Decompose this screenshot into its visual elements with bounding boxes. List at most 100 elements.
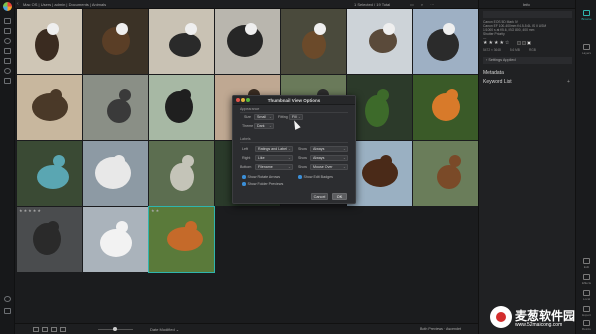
show-right-select[interactable]: Always ⌄ [310, 155, 348, 161]
show-rotate-arrows-label: Show Rotate Arrows [247, 175, 281, 179]
thumbnail[interactable] [83, 9, 148, 74]
thumbnail[interactable] [17, 9, 82, 74]
add-keyword-icon[interactable]: + [567, 79, 570, 85]
size-select[interactable]: Small ⌄ [254, 114, 274, 120]
sort-select[interactable]: Date Modified ⌄ [150, 327, 179, 332]
file-size: 5.6 MB [509, 48, 520, 52]
star-rating[interactable]: ★★★★☆ [483, 40, 510, 46]
thumbnail[interactable] [83, 141, 148, 206]
divider [240, 142, 348, 143]
right-select[interactable]: Like ⌄ [255, 155, 293, 161]
thumbnail[interactable] [281, 9, 346, 74]
module-strip: Browse Layers Edit Effects Local Export … [575, 0, 596, 334]
thumbnail-image [281, 9, 346, 74]
module-browse[interactable]: Browse [578, 10, 595, 21]
back-icon[interactable]: ‹ [17, 1, 19, 7]
module-effects[interactable]: Effects [578, 274, 595, 285]
effects-module-icon [583, 274, 590, 280]
watermark-logo-icon [490, 306, 512, 328]
chevron-down-icon: ⌄ [342, 147, 346, 151]
thumbnail[interactable] [17, 141, 82, 206]
selection-status: 1 Selected / 19 Total [354, 2, 391, 7]
metadata-section[interactable]: Metadata [483, 70, 504, 76]
thumbnail-image [17, 141, 82, 206]
folders-icon[interactable] [4, 28, 11, 34]
thumbnail[interactable] [149, 9, 214, 74]
right-select-value: Like [258, 156, 265, 160]
file-meta-row: 5472 × 3648 5.6 MB RGB [483, 48, 572, 52]
app-logo-icon[interactable] [3, 2, 12, 11]
albums-icon[interactable] [4, 38, 11, 44]
top-bar: ‹ Mac OS | Users | admin | Documents | A… [15, 0, 478, 9]
list-view-icon[interactable] [42, 327, 48, 332]
color-labels[interactable] [517, 41, 532, 47]
filmstrip-view-icon[interactable] [60, 327, 66, 332]
keyword-list-section[interactable]: Keyword List [483, 79, 512, 85]
left-label: Left [242, 147, 248, 151]
slider-handle[interactable] [113, 327, 117, 331]
module-label: Edit [583, 265, 590, 269]
detail-view-icon[interactable] [51, 327, 57, 332]
thumbnail-image [347, 9, 412, 74]
left-select[interactable]: Ratings and Label ⌄ [255, 146, 293, 152]
checkbox-checked-icon [242, 182, 246, 186]
checkbox-checked-icon [242, 175, 246, 179]
thumbnail[interactable]: ★★ [148, 206, 215, 273]
breadcrumb[interactable]: Mac OS | Users | admin | Documents | Ani… [23, 2, 106, 7]
thumbnail[interactable]: ★★★★★ [17, 207, 82, 272]
thumbnail[interactable] [149, 141, 214, 206]
help-icon[interactable] [4, 296, 11, 302]
thumbnail[interactable] [347, 141, 412, 206]
appearance-heading: Appearance [240, 107, 260, 111]
inspector-panel: Info Canon EOS 5D Mark IV Canon EF 100-4… [478, 0, 575, 334]
thumbnail-image [149, 141, 214, 206]
show-edit-badges-label: Show Edit Badges [303, 175, 333, 179]
show-edit-badges-checkbox[interactable]: Show Edit Badges [298, 175, 333, 179]
watermark-url: www.52maicong.com [515, 322, 563, 328]
show-rotate-arrows-checkbox[interactable]: Show Rotate Arrows [242, 175, 280, 179]
module-edit[interactable]: Edit [578, 258, 595, 269]
thumbnail[interactable] [413, 9, 478, 74]
divider [240, 112, 348, 113]
thumbnail[interactable] [17, 75, 82, 140]
ok-button[interactable]: OK [332, 193, 347, 200]
search-icon[interactable] [4, 68, 11, 74]
settings-icon[interactable] [4, 308, 11, 314]
cancel-button[interactable]: Cancel [311, 193, 328, 200]
color-label-swatch[interactable] [517, 41, 521, 45]
module-layers[interactable]: Layers [578, 44, 595, 55]
thumbnail[interactable] [347, 75, 412, 140]
thumbnail-image [347, 141, 412, 206]
thumbnail[interactable] [83, 75, 148, 140]
thumbnail[interactable] [83, 207, 148, 272]
thumbnail-image [83, 141, 148, 206]
browse-icon[interactable] [4, 18, 11, 24]
thumbnail[interactable] [149, 75, 214, 140]
histogram [483, 11, 572, 18]
filter-status[interactable]: Both Previews · Ascendet [420, 327, 461, 331]
theme-select[interactable]: Dark ⌄ [254, 123, 274, 129]
thumbnail-image [83, 75, 148, 140]
thumbnail[interactable] [347, 9, 412, 74]
bottom-select[interactable]: Filename ⌄ [255, 164, 293, 170]
thumbnail[interactable] [413, 141, 478, 206]
view-tools[interactable]: ▭ ⌕ ⋯ [410, 2, 437, 7]
thumbnail-view-options-dialog: Thumbnail View Options Appearance Size S… [232, 95, 356, 204]
show-folder-previews-checkbox[interactable]: Show Folder Previews [242, 182, 283, 186]
thumbnail[interactable] [413, 75, 478, 140]
filter-icon[interactable] [4, 78, 11, 84]
thumbnail-image [149, 207, 214, 272]
thumbnail[interactable] [215, 9, 280, 74]
show-left-select-value: Always [313, 147, 325, 151]
settings-applied-row[interactable]: › Settings Applied [483, 57, 572, 64]
bottom-bar: Date Modified ⌄ Both Previews · Ascendet [15, 323, 478, 334]
show-left-select[interactable]: Always ⌄ [310, 146, 348, 152]
color-label-swatch[interactable] [522, 41, 526, 45]
show-bottom-select[interactable]: Mouse Over ⌄ [310, 164, 348, 170]
recent-icon[interactable] [4, 58, 11, 64]
tab-info[interactable]: Info [523, 2, 530, 7]
right-label: Right [242, 156, 251, 160]
favorites-icon[interactable] [4, 48, 11, 54]
grid-view-icon[interactable] [33, 327, 39, 332]
color-label-swatch[interactable] [527, 41, 531, 45]
